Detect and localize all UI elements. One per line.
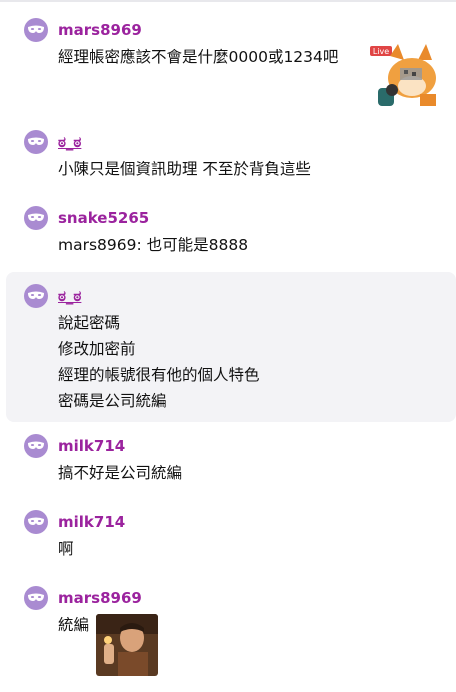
username[interactable]: ಠ_ಠ — [58, 132, 81, 152]
chat-message: snake5265 mars8969: 也可能是8888 — [6, 200, 456, 260]
mask-icon[interactable] — [24, 206, 48, 230]
mask-icon[interactable] — [24, 18, 48, 42]
message-text: 經理帳密應該不會是什麼0000或1234吧 — [58, 48, 339, 66]
chat-log: mars8969 經理帳密應該不會是什麼0000或1234吧 Live ಠ_ಠ … — [0, 0, 456, 692]
message-text: 密碼是公司統編 — [58, 392, 167, 410]
message-text: 啊 — [58, 540, 74, 558]
chat-message: milk714 啊 — [6, 504, 456, 564]
username[interactable]: milk714 — [58, 512, 125, 532]
mask-icon[interactable] — [24, 510, 48, 534]
chat-message: mars8969 統編 — [6, 580, 456, 680]
chat-message: milk714 搞不好是公司統編 — [6, 428, 456, 488]
fox-live-sticker[interactable]: Live — [368, 42, 440, 108]
message-text: mars8969: 也可能是8888 — [58, 236, 249, 254]
message-text: 修改加密前 — [58, 340, 136, 358]
mask-icon[interactable] — [24, 284, 48, 308]
username[interactable]: milk714 — [58, 436, 125, 456]
mask-icon[interactable] — [24, 130, 48, 154]
mask-icon[interactable] — [24, 586, 48, 610]
message-text: 小陳只是個資訊助理 不至於背負這些 — [58, 160, 311, 178]
username[interactable]: ಠ_ಠ — [58, 286, 81, 306]
live-badge-text: Live — [373, 47, 389, 56]
username[interactable]: mars8969 — [58, 588, 142, 608]
message-text: 說起密碼 — [58, 314, 121, 332]
mask-icon[interactable] — [24, 434, 48, 458]
username[interactable]: snake5265 — [58, 208, 149, 228]
message-text: 搞不好是公司統編 — [58, 464, 183, 482]
username[interactable]: mars8969 — [58, 20, 142, 40]
message-text: 統編 — [58, 616, 90, 634]
chat-message-highlighted: ಠ_ಠ 說起密碼 修改加密前 經理的帳號很有他的個人特色 密碼是公司統編 — [6, 272, 456, 422]
message-text: 經理的帳號很有他的個人特色 — [58, 366, 260, 384]
man-photo-sticker[interactable] — [96, 614, 158, 676]
chat-message: ಠ_ಠ 小陳只是個資訊助理 不至於背負這些 — [6, 124, 456, 184]
